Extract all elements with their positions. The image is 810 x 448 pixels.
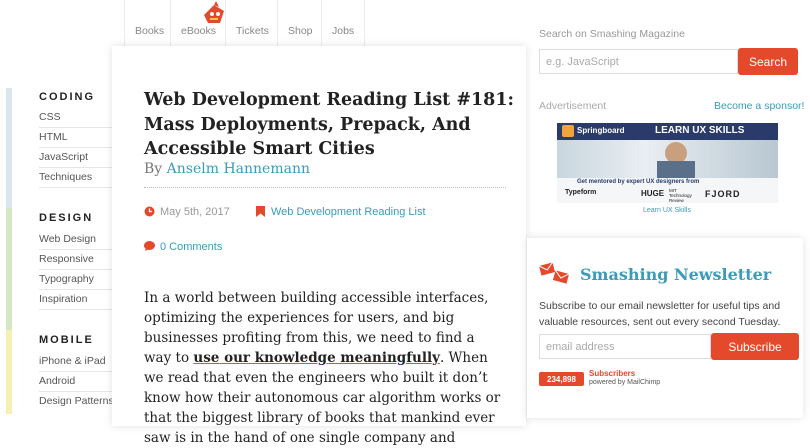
sidebar-item-design-patterns[interactable]: Design Patterns — [39, 395, 114, 407]
category-color-strip-mobile — [6, 330, 12, 414]
divider — [39, 249, 115, 250]
ad-partner-mit: MIT Technology Review — [669, 188, 692, 203]
clock-icon — [144, 206, 155, 217]
sidebar-item-iphone-ipad[interactable]: iPhone & iPad — [39, 355, 106, 367]
email-field[interactable]: email address — [539, 334, 711, 359]
sidebar-item-typography[interactable]: Typography — [39, 273, 94, 285]
springboard-logo-icon — [562, 125, 574, 137]
nav-item-jobs[interactable]: Jobs — [322, 0, 365, 46]
sidebar-item-inspiration[interactable]: Inspiration — [39, 293, 87, 305]
sidebar-item-web-design[interactable]: Web Design — [39, 233, 96, 245]
article-body: In a world between building accessible i… — [144, 288, 506, 448]
divider — [39, 147, 115, 148]
article-date: May 5th, 2017 — [160, 206, 230, 218]
comments-link[interactable]: 0 Comments — [160, 241, 222, 253]
search-label: Search on Smashing Magazine — [539, 28, 685, 40]
ad-brand: Springboard — [577, 126, 625, 135]
newsletter-description: Subscribe to our email newsletter for us… — [539, 300, 781, 328]
sidebar-category-coding[interactable]: CODING — [39, 91, 95, 103]
ad-subline: Get mentored by expert UX designers from — [577, 179, 700, 185]
article-title: Web Development Reading List #181: Mass … — [144, 90, 514, 159]
search-input[interactable]: e.g. JavaScript — [539, 49, 738, 74]
sidebar-item-html[interactable]: HTML — [39, 131, 68, 143]
ad-partner-fjord: FJORD — [705, 189, 741, 199]
top-nav: Books eBooks Tickets Shop Jobs — [124, 0, 365, 46]
divider — [39, 187, 115, 188]
category-color-strip-coding — [6, 88, 12, 208]
ad-partner-typeform: Typeform — [565, 189, 597, 196]
sidebar-item-techniques[interactable]: Techniques — [39, 171, 92, 183]
sidebar-category-design[interactable]: DESIGN — [39, 212, 93, 224]
byline-prefix: By — [144, 161, 163, 177]
bookmark-icon — [256, 206, 265, 217]
sidebar-item-responsive[interactable]: Responsive — [39, 253, 94, 265]
subscriber-count-badge: 234,898 — [539, 372, 584, 386]
ad-banner[interactable]: Springboard LEARN UX SKILLS Get mentored… — [557, 123, 778, 203]
search-button[interactable]: Search — [738, 48, 798, 75]
ad-person-body — [657, 161, 695, 178]
subscribe-button[interactable]: Subscribe — [711, 333, 799, 360]
body-highlight-link[interactable]: use our knowledge meaningfully — [193, 350, 440, 366]
ad-partner-huge: HUGE — [641, 189, 665, 198]
divider — [39, 269, 115, 270]
article-category-link[interactable]: Web Development Reading List — [271, 206, 426, 218]
sidebar-item-javascript[interactable]: JavaScript — [39, 151, 88, 163]
subscribers-label: Subscribers — [589, 369, 636, 378]
nav-item-shop[interactable]: Shop — [278, 0, 322, 46]
comment-icon — [144, 241, 155, 251]
author-link[interactable]: Anselm Hannemann — [167, 161, 310, 177]
advertisement-label: Advertisement — [539, 100, 607, 112]
divider — [39, 391, 115, 392]
category-color-strip-design — [6, 208, 12, 330]
divider — [39, 127, 115, 128]
ad-caption[interactable]: Learn UX Skills — [643, 207, 691, 214]
smashing-cat-logo-icon[interactable] — [200, 1, 228, 27]
sidebar-category-mobile[interactable]: MOBILE — [39, 334, 94, 346]
ad-headline: LEARN UX SKILLS — [655, 125, 745, 136]
divider — [39, 309, 115, 310]
newsletter-title: Smashing Newsletter — [580, 265, 772, 284]
divider — [144, 187, 506, 188]
sidebar-item-android[interactable]: Android — [39, 375, 75, 387]
divider — [39, 167, 115, 168]
become-sponsor-link[interactable]: Become a sponsor! — [714, 100, 804, 112]
nav-item-tickets[interactable]: Tickets — [226, 0, 278, 46]
sidebar-item-css[interactable]: CSS — [39, 111, 61, 123]
powered-by-label: powered by MailChimp — [589, 379, 661, 386]
divider — [39, 289, 115, 290]
divider — [39, 371, 115, 372]
envelope-icon — [539, 262, 570, 284]
article-byline: By Anselm Hannemann — [144, 161, 310, 177]
nav-item-books[interactable]: Books — [124, 0, 171, 46]
